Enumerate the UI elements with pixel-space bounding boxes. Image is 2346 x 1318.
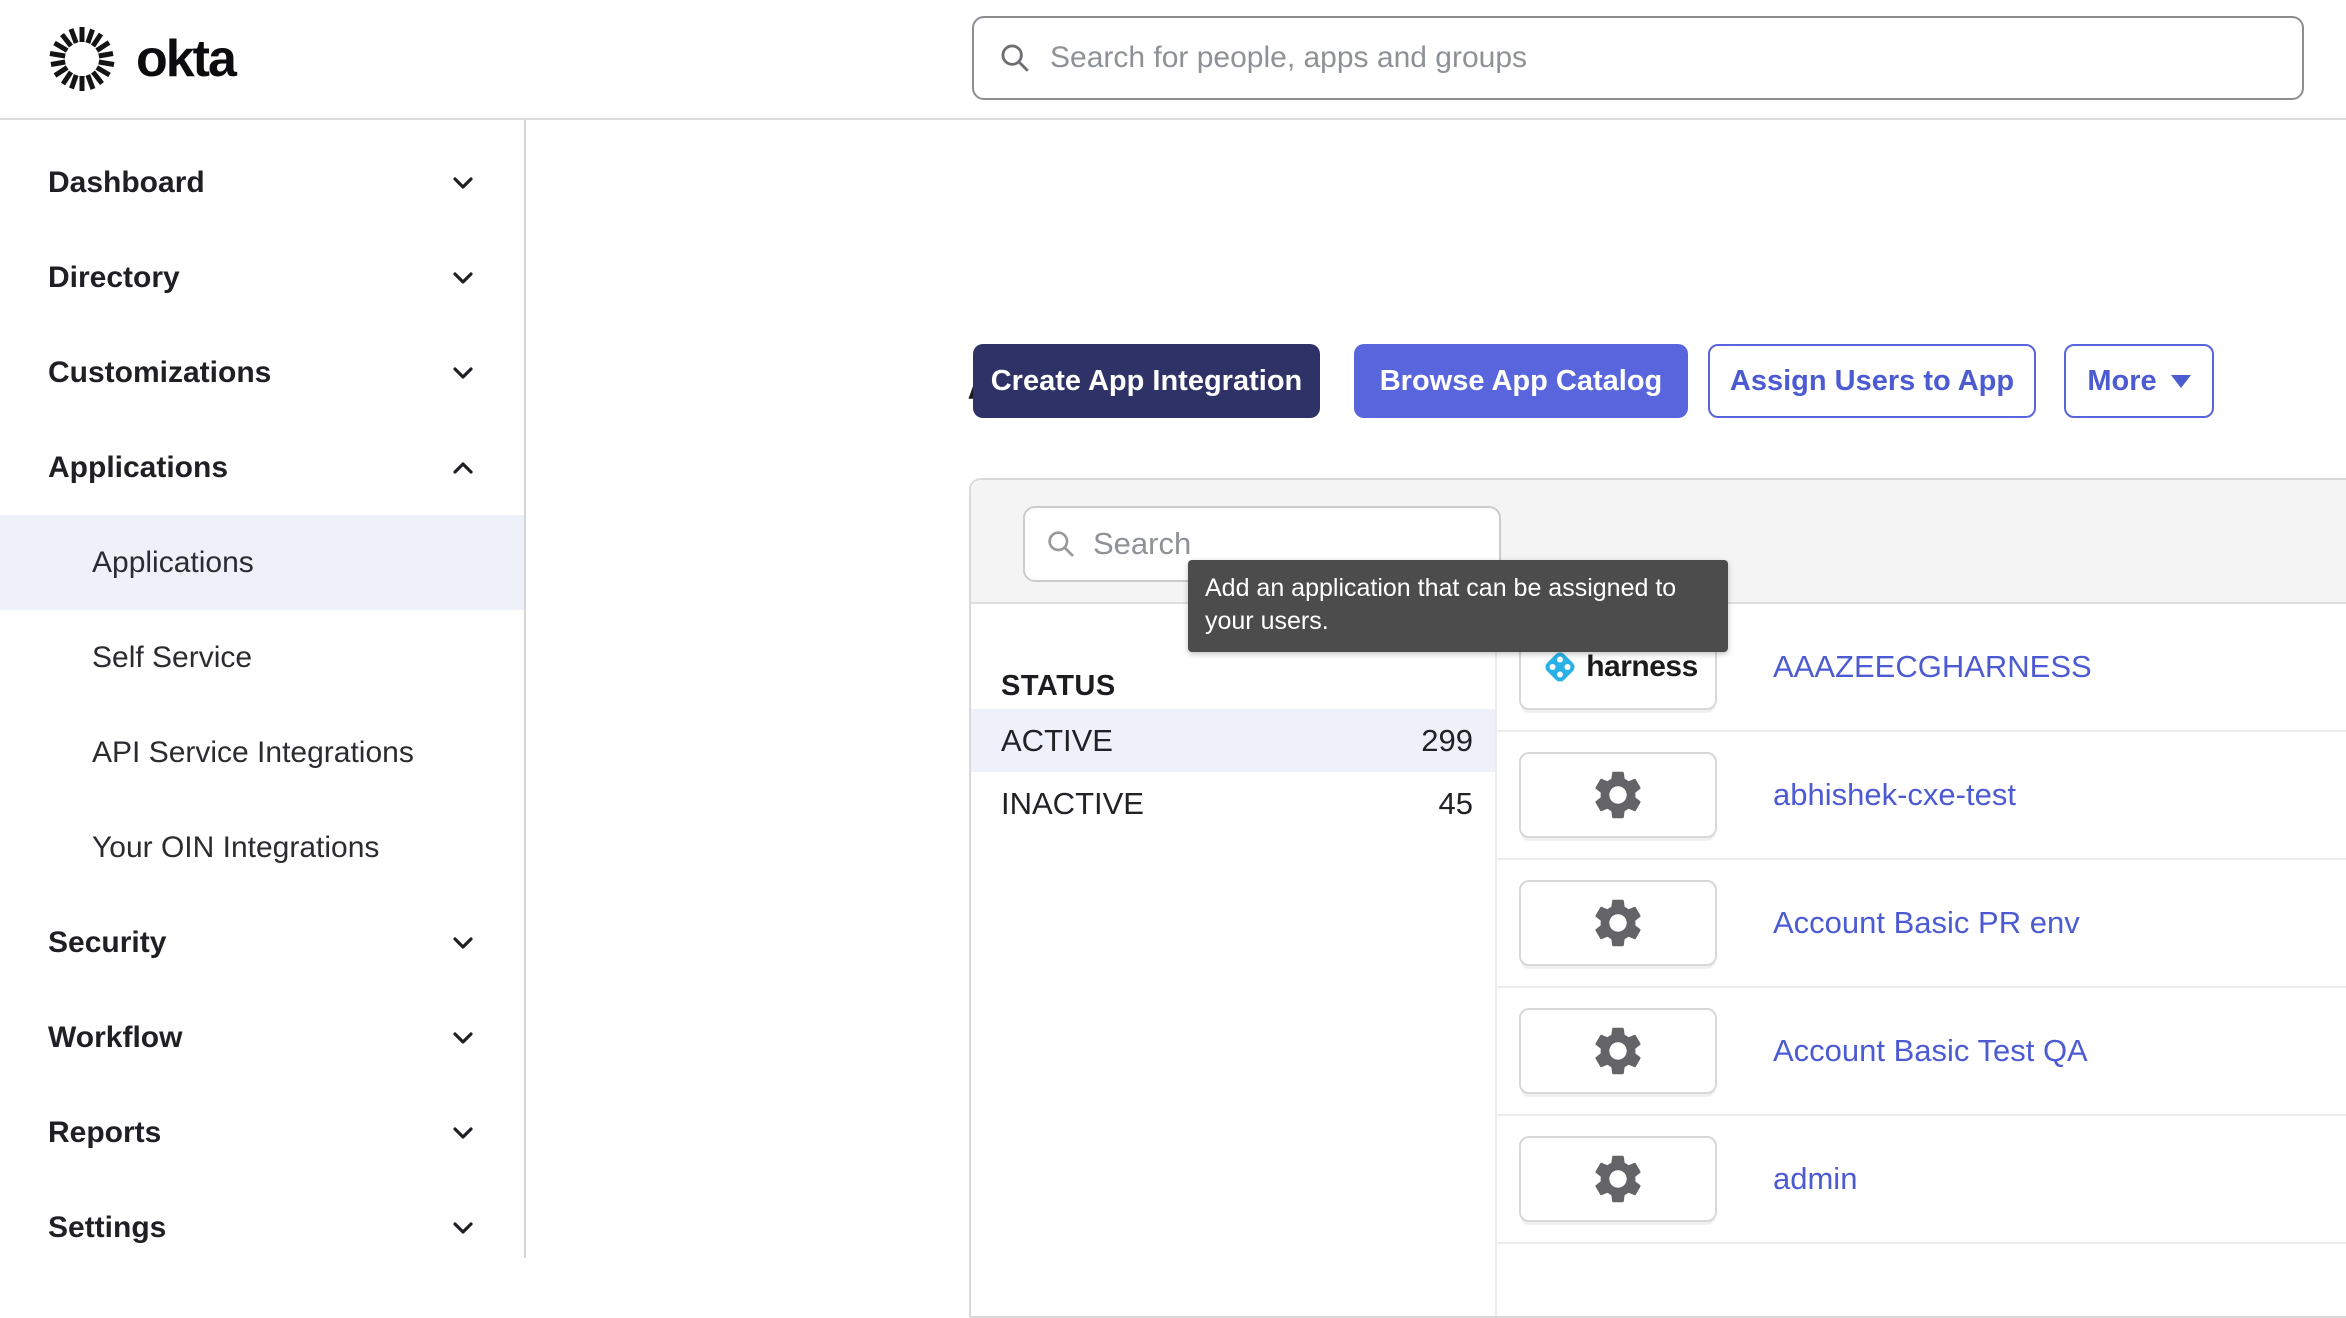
app-logo-tile xyxy=(1519,880,1717,966)
main-content: Applications Create App Integration Brow… xyxy=(526,120,2346,1258)
filter-label: INACTIVE xyxy=(1001,786,1144,822)
sidebar-item-label: Settings xyxy=(48,1211,166,1245)
sidebar-nav: Dashboard Directory Customizations Appli… xyxy=(0,120,524,1275)
sidebar-item-dashboard[interactable]: Dashboard xyxy=(0,135,524,230)
sidebar-subitem-self-service[interactable]: Self Service xyxy=(0,610,524,705)
global-search-input[interactable] xyxy=(1050,41,2278,75)
gear-icon xyxy=(1589,766,1647,824)
sidebar-item-label: Applications xyxy=(92,546,254,580)
chevron-down-icon xyxy=(447,1022,479,1054)
app-link[interactable]: admin xyxy=(1773,1161,1857,1197)
sidebar-item-applications[interactable]: Applications xyxy=(0,420,524,515)
sidebar-item-label: Your OIN Integrations xyxy=(92,831,379,865)
sidebar-subitem-api-service-integrations[interactable]: API Service Integrations xyxy=(0,705,524,800)
browse-app-catalog-button[interactable]: Browse App Catalog xyxy=(1354,344,1688,418)
chevron-down-icon xyxy=(447,262,479,294)
sidebar-item-label: Self Service xyxy=(92,641,252,675)
sidebar-item-workflow[interactable]: Workflow xyxy=(0,990,524,1085)
app-search-input[interactable] xyxy=(1093,526,1492,562)
app-row[interactable]: admin xyxy=(1497,1116,2346,1244)
app-link[interactable]: AAAZEECGHARNESS xyxy=(1773,649,2092,685)
filter-label: ACTIVE xyxy=(1001,723,1113,759)
search-icon xyxy=(998,41,1032,75)
assign-users-to-app-button[interactable]: Assign Users to App xyxy=(1708,344,2036,418)
sidebar-item-label: Customizations xyxy=(48,356,271,390)
sidebar-item-label: Workflow xyxy=(48,1021,182,1055)
sidebar-item-customizations[interactable]: Customizations xyxy=(0,325,524,420)
filter-count: 45 xyxy=(1439,786,1473,822)
harness-logo-text: harness xyxy=(1586,650,1698,684)
sidebar-item-settings[interactable]: Settings xyxy=(0,1180,524,1275)
create-app-integration-button[interactable]: Create App Integration xyxy=(973,344,1320,418)
search-icon xyxy=(1045,528,1077,560)
sidebar-subitem-your-oin-integrations[interactable]: Your OIN Integrations xyxy=(0,800,524,895)
sidebar-item-label: Reports xyxy=(48,1116,161,1150)
app-logo-tile xyxy=(1519,1008,1717,1094)
app-row[interactable]: abhishek-cxe-test xyxy=(1497,732,2346,860)
gear-icon xyxy=(1589,1150,1647,1208)
chevron-down-icon xyxy=(447,927,479,959)
sidebar-subitem-applications[interactable]: Applications xyxy=(0,515,524,610)
app-row[interactable]: Account Basic PR env xyxy=(1497,860,2346,988)
okta-logo[interactable]: okta xyxy=(44,0,235,118)
sidebar-item-label: Directory xyxy=(48,261,180,295)
sidebar-item-label: Security xyxy=(48,926,166,960)
more-button-label: More xyxy=(2087,365,2156,398)
app-logo-tile xyxy=(1519,752,1717,838)
top-bar: okta xyxy=(0,0,2346,120)
sidebar-item-reports[interactable]: Reports xyxy=(0,1085,524,1180)
chevron-down-icon xyxy=(447,167,479,199)
okta-sunburst-icon xyxy=(44,21,120,97)
app-list: harness AAAZEECGHARNESS abhishek-cxe-tes… xyxy=(1497,604,2346,1244)
chevron-down-icon xyxy=(447,1212,479,1244)
app-row[interactable]: Account Basic Test QA xyxy=(1497,988,2346,1116)
okta-wordmark: okta xyxy=(136,29,235,89)
sidebar-item-label: Dashboard xyxy=(48,166,205,200)
caret-down-icon xyxy=(2171,375,2191,388)
sidebar-item-label: Applications xyxy=(48,451,228,485)
app-logo-tile xyxy=(1519,1136,1717,1222)
chevron-up-icon xyxy=(447,452,479,484)
global-search[interactable] xyxy=(972,16,2304,100)
filter-count: 299 xyxy=(1421,723,1473,759)
chevron-down-icon xyxy=(447,1117,479,1149)
sidebar-item-security[interactable]: Security xyxy=(0,895,524,990)
chevron-down-icon xyxy=(447,357,479,389)
status-filter-header: STATUS xyxy=(1001,670,1116,703)
app-link[interactable]: Account Basic PR env xyxy=(1773,905,2080,941)
action-buttons-row: Create App Integration Browse App Catalo… xyxy=(973,344,2214,418)
sidebar: Dashboard Directory Customizations Appli… xyxy=(0,120,526,1258)
tooltip: Add an application that can be assigned … xyxy=(1188,560,1728,652)
sidebar-item-directory[interactable]: Directory xyxy=(0,230,524,325)
app-link[interactable]: abhishek-cxe-test xyxy=(1773,777,2016,813)
gear-icon xyxy=(1589,1022,1647,1080)
more-button[interactable]: More xyxy=(2064,344,2214,418)
gear-icon xyxy=(1589,894,1647,952)
app-link[interactable]: Account Basic Test QA xyxy=(1773,1033,2088,1069)
filter-active[interactable]: ACTIVE 299 xyxy=(971,709,1495,772)
filter-inactive[interactable]: INACTIVE 45 xyxy=(971,772,1495,835)
sidebar-item-label: API Service Integrations xyxy=(92,736,414,770)
